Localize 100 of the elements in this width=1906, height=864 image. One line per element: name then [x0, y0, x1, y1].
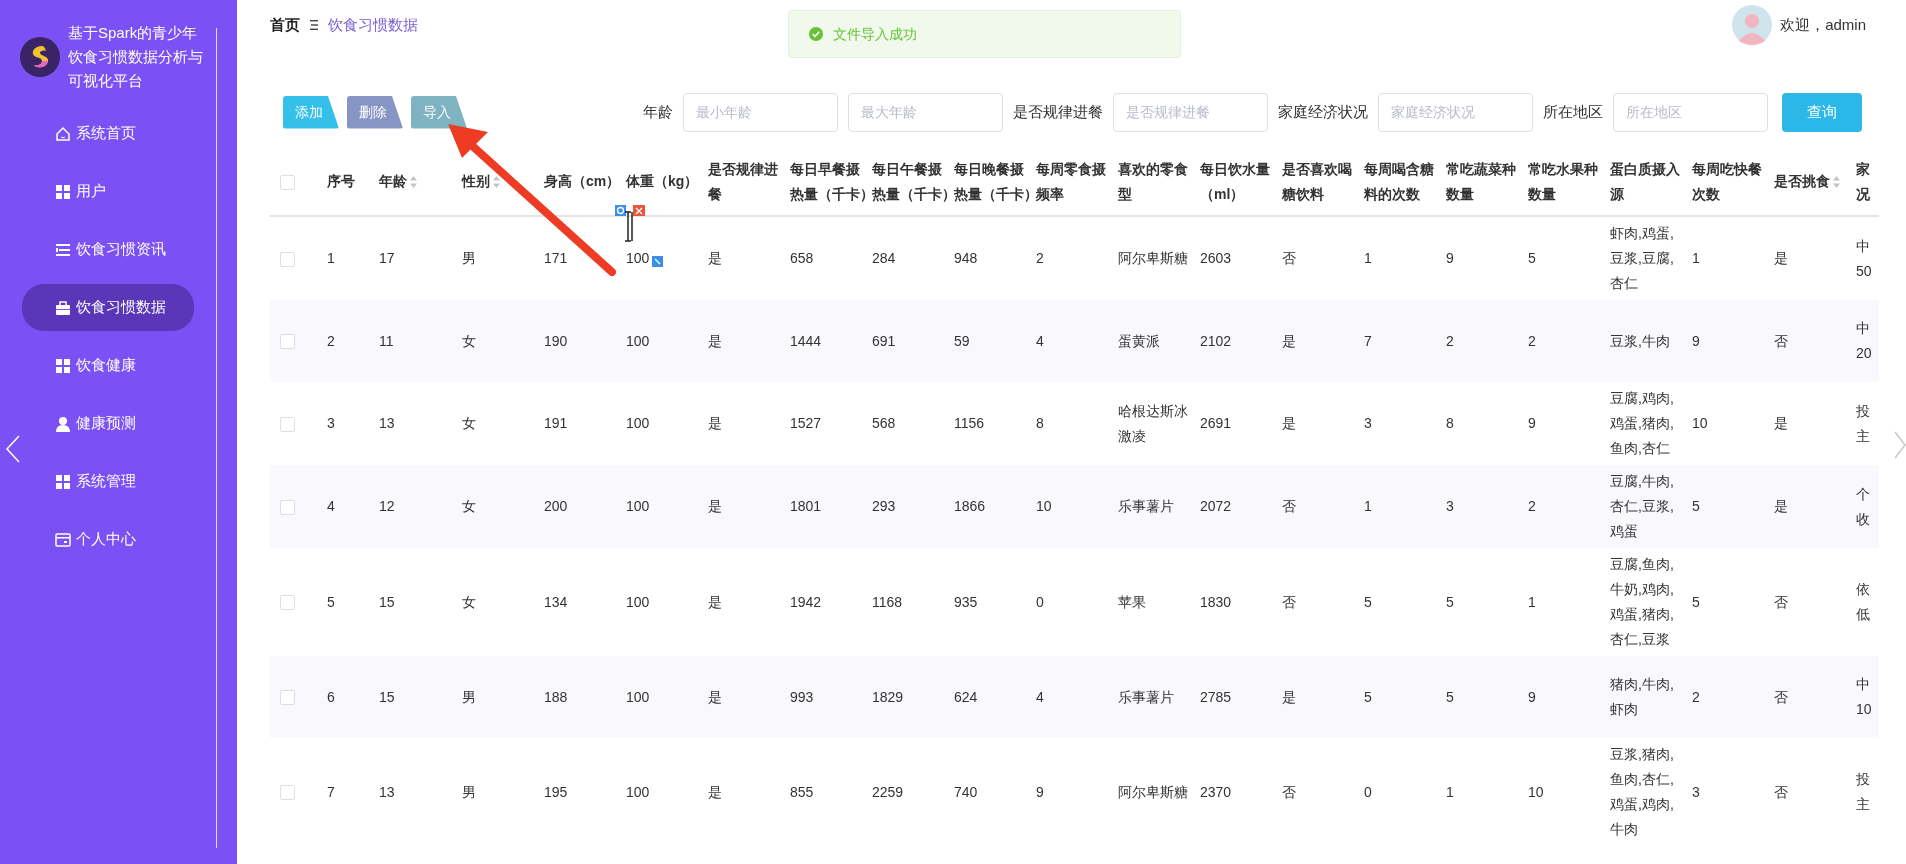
table-cell: 4	[327, 498, 335, 514]
table-cell: 59	[954, 332, 970, 349]
table-cell: 豆腐,牛肉,杏仁,豆浆,鸡蛋	[1610, 473, 1674, 539]
table-cell: 7	[1364, 332, 1372, 349]
table-cell: 100	[626, 688, 650, 705]
table-cell: 1527	[790, 415, 822, 431]
row-checkbox[interactable]	[280, 416, 295, 432]
table-cell: 691	[872, 332, 896, 349]
filter-input[interactable]: 所在地区	[1613, 92, 1768, 132]
menu-item[interactable]: 个人中心	[22, 516, 194, 563]
column-header: 是否规律进 餐	[708, 159, 778, 204]
table-cell: 9	[1692, 332, 1700, 349]
column-header: 蛋白质摄入 源	[1610, 159, 1680, 204]
table-cell: 2	[327, 332, 335, 349]
table-cell: 1866	[954, 498, 986, 514]
table-cell: 0	[1364, 783, 1372, 800]
column-header: 每周零食摄 频率	[1036, 159, 1106, 204]
table-cell: 10	[1036, 498, 1052, 514]
menu-item[interactable]: 健康预测	[22, 400, 194, 447]
table-cell: 1444	[790, 332, 822, 349]
table-cell: 是	[708, 783, 722, 800]
column-header: 是否挑食	[1774, 172, 1830, 191]
table-cell: 1	[1528, 593, 1536, 610]
table-cell: 否	[1282, 498, 1296, 514]
breadcrumb-link[interactable]: 首页	[270, 14, 300, 37]
row-checkbox[interactable]	[280, 595, 295, 611]
row-checkbox[interactable]	[280, 785, 295, 801]
briefcase-icon	[55, 299, 71, 316]
table-cell: 9	[1528, 688, 1536, 705]
table-cell: 568	[872, 415, 896, 431]
home-icon	[55, 125, 71, 142]
table-cell: 5	[1364, 593, 1372, 610]
table-cell-text: 投 主	[1856, 770, 1871, 814]
table-cell: 是	[1774, 498, 1788, 514]
filter-input[interactable]: 最小年龄	[683, 92, 838, 132]
table-cell: 是	[708, 688, 722, 705]
filter-input[interactable]: 是否规律进餐	[1113, 92, 1268, 132]
filter-label: 年龄	[643, 101, 673, 122]
menu-item[interactable]: 饮食习惯资讯	[22, 226, 194, 273]
filter-label: 是否规律进餐	[1013, 101, 1103, 122]
select-all-checkbox[interactable]	[280, 174, 295, 190]
grid-icon	[55, 473, 71, 490]
table-cell: 9	[1446, 250, 1454, 266]
table-cell: 是	[708, 415, 722, 431]
app-title: 基于Spark的青少年 饮食习惯数据分析与 可视化平台	[68, 23, 203, 91]
table-cell: 猪肉,牛肉,虾肉	[1610, 676, 1674, 717]
table-cell: 190	[544, 332, 568, 349]
list-icon	[55, 241, 71, 258]
table-cell: 4	[1036, 688, 1044, 705]
column-header: 是否喜欢喝 糖饮料	[1282, 159, 1352, 204]
table-cell: 阿尔卑斯糖	[1118, 783, 1188, 800]
column-header: 常吃水果种 数量	[1528, 159, 1598, 204]
table-cell: 1801	[790, 498, 822, 514]
table-cell: 5	[1528, 250, 1536, 266]
table-cell: 2785	[1200, 688, 1232, 705]
table-cell: 虾肉,鸡蛋,豆浆,豆腐,杏仁	[1610, 225, 1674, 291]
table-cell: 2	[1528, 498, 1536, 514]
table-cell: 2259	[872, 783, 904, 800]
table-cell-text: 中 50	[1856, 236, 1873, 281]
table-cell: 豆浆,牛肉	[1610, 332, 1670, 349]
menu-item[interactable]: 系统首页	[22, 110, 194, 157]
table-cell: 284	[872, 250, 896, 266]
table-cell: 是	[1774, 250, 1788, 266]
table-cell: 5	[1446, 593, 1454, 610]
column-header: 体重（kg）	[626, 172, 699, 191]
table-cell: 阿尔卑斯糖	[1118, 250, 1188, 266]
table-cell: 993	[790, 688, 814, 705]
menu-item[interactable]: 用户	[22, 168, 194, 215]
row-checkbox[interactable]	[280, 334, 295, 350]
table-cell: 女	[462, 415, 476, 431]
table-cell: 男	[462, 688, 476, 705]
column-header: 每周吃快餐 次数	[1692, 159, 1762, 204]
table-cell: 15	[379, 688, 395, 705]
table-cell: 855	[790, 783, 814, 800]
welcome-text: 欢迎，admin	[1780, 14, 1866, 35]
filter-input[interactable]: 最大年龄	[848, 92, 1003, 132]
table-cell: 是	[1282, 415, 1296, 431]
table-cell: 是	[1774, 415, 1788, 431]
table-cell: 1829	[872, 688, 904, 705]
table-cell-text: 中 20	[1856, 319, 1873, 363]
table-cell: 否	[1774, 332, 1788, 349]
menu-item[interactable]: 饮食习惯数据	[22, 284, 194, 331]
table-cell-text: 投 主	[1856, 401, 1871, 446]
menu-icon	[310, 19, 318, 32]
menu-item[interactable]: 饮食健康	[22, 342, 194, 389]
column-header: 家 况	[1856, 159, 1870, 204]
table-cell: 1168	[872, 593, 903, 610]
menu-item[interactable]: 系统管理	[22, 458, 194, 505]
table-cell: 2	[1446, 332, 1454, 349]
row-checkbox[interactable]	[280, 499, 295, 515]
table-cell: 是	[1282, 688, 1296, 705]
table-cell: 935	[954, 593, 978, 610]
row-checkbox[interactable]	[280, 251, 295, 267]
table-cell: 2	[1036, 250, 1044, 266]
toolbar-button[interactable]: 删除	[347, 95, 403, 129]
table-cell: 否	[1774, 688, 1788, 705]
column-header: 每周喝含糖 料的次数	[1364, 159, 1434, 204]
row-checkbox[interactable]	[280, 690, 295, 706]
table-cell: 女	[462, 593, 476, 610]
filter-input[interactable]: 家庭经济状况	[1378, 92, 1533, 132]
